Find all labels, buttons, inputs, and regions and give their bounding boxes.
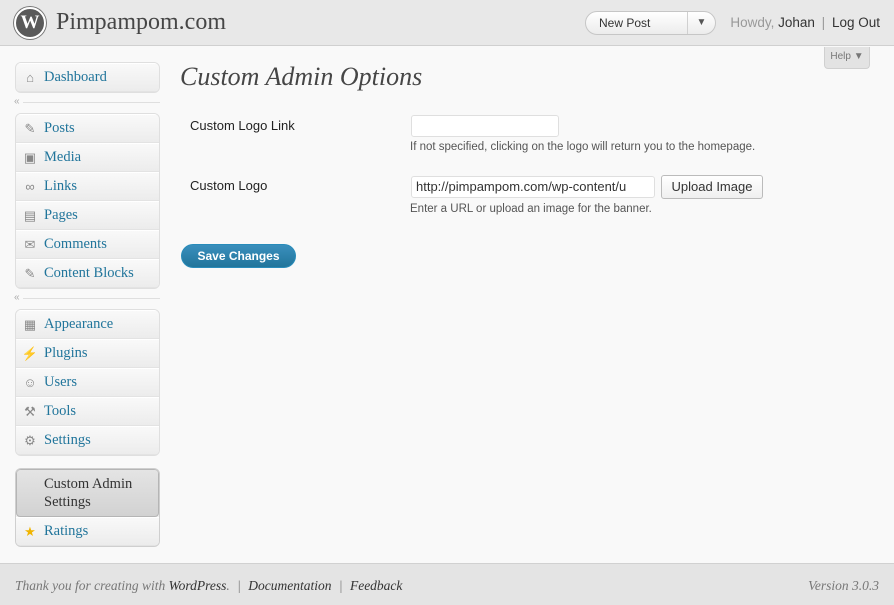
pin-icon: ✎ — [24, 120, 36, 136]
separator: | — [338, 578, 343, 593]
sidebar-item-label: Links — [44, 178, 78, 194]
sidebar-item-label: Settings — [44, 432, 91, 448]
sidebar-item-label: Plugins — [44, 345, 88, 361]
feedback-link[interactable]: Feedback — [350, 578, 402, 593]
custom-logo-label: Custom Logo — [190, 178, 268, 193]
media-icon: ▣ — [23, 149, 37, 165]
menu-group-content: ✎ Posts ▣ Media ∞ Links ▤ Pages ✉ Commen… — [15, 113, 160, 289]
sidebar-item-label: Content Blocks — [44, 265, 134, 281]
user-info: Howdy, Johan | Log Out — [730, 15, 880, 30]
separator-line — [23, 102, 160, 103]
sidebar-item-users[interactable]: ☺ Users — [16, 368, 159, 397]
sidebar-item-posts[interactable]: ✎ Posts — [16, 114, 159, 143]
sidebar-item-plugins[interactable]: ⚡ Plugins — [16, 339, 159, 368]
wordpress-logo-icon[interactable]: W — [14, 7, 46, 39]
wordpress-link[interactable]: WordPress — [169, 578, 227, 593]
pin-icon: ✎ — [24, 265, 36, 281]
custom-logo-link-input[interactable] — [411, 115, 559, 137]
sidebar-item-media[interactable]: ▣ Media — [16, 143, 159, 172]
sidebar-item-label: Custom Admin Settings — [44, 476, 133, 510]
header: W Pimpampom.com New Post ▼ Howdy, Johan … — [0, 0, 894, 46]
custom-logo-description: Enter a URL or upload an image for the b… — [410, 203, 652, 215]
user-profile-link[interactable]: Johan — [778, 15, 815, 30]
sidebar-item-ratings[interactable]: ★ Ratings — [16, 517, 159, 546]
dashboard-icon: ⌂ — [26, 70, 34, 85]
collapse-arrows-icon[interactable]: « — [14, 292, 22, 303]
sidebar-item-label: Ratings — [44, 523, 89, 539]
appearance-icon: ▦ — [23, 316, 37, 332]
custom-logo-url-input[interactable]: http://pimpampom.com/wp-content/u — [411, 176, 655, 198]
site-title[interactable]: Pimpampom.com — [56, 9, 226, 36]
sidebar-item-label: Tools — [44, 403, 77, 419]
menu-separator[interactable]: « — [14, 289, 160, 309]
version-text: Version 3.0.3 — [808, 578, 879, 593]
separator-line — [23, 298, 160, 299]
sidebar-item-appearance[interactable]: ▦ Appearance — [16, 310, 159, 339]
admin-menu: ⌂ Dashboard « ✎ Posts ▣ Media ∞ Links ▤ … — [14, 62, 160, 547]
sidebar-item-tools[interactable]: ⚒ Tools — [16, 397, 159, 426]
sidebar-item-label: Users — [44, 374, 78, 390]
star-icon: ★ — [24, 523, 36, 539]
sidebar-item-label: Pages — [44, 207, 78, 223]
howdy-text: Howdy, — [730, 15, 775, 30]
menu-group-plugins-extra: Custom Admin Settings ★ Ratings — [15, 468, 160, 547]
menu-group-dashboard: ⌂ Dashboard — [15, 62, 160, 93]
plug-icon: ⚡ — [21, 345, 39, 361]
collapse-arrows-icon[interactable]: « — [14, 96, 22, 107]
sidebar-item-label: Media — [44, 149, 82, 165]
logout-link[interactable]: Log Out — [832, 15, 880, 30]
link-icon: ∞ — [25, 179, 35, 194]
new-post-action[interactable]: New Post — [599, 16, 650, 30]
chevron-down-icon[interactable]: ▼ — [687, 12, 715, 34]
footer: Thank you for creating with WordPress. |… — [0, 563, 894, 605]
comment-icon: ✉ — [24, 236, 36, 252]
custom-logo-link-description: If not specified, clicking on the logo w… — [410, 141, 756, 153]
separator: | — [237, 578, 241, 593]
sidebar-item-label: Dashboard — [44, 69, 107, 85]
menu-group-admin: ▦ Appearance ⚡ Plugins ☺ Users ⚒ Tools ⚙… — [15, 309, 160, 456]
sidebar-item-label: Posts — [44, 120, 75, 136]
documentation-link[interactable]: Documentation — [248, 578, 331, 593]
upload-image-button[interactable]: Upload Image — [661, 175, 763, 199]
sidebar-item-dashboard[interactable]: ⌂ Dashboard — [16, 63, 159, 92]
sidebar-item-label: Comments — [44, 236, 107, 252]
page-icon: ▤ — [23, 207, 37, 223]
help-tab[interactable]: Help ▼ — [824, 47, 870, 69]
footer-thanks-text: Thank you for creating with — [15, 578, 166, 593]
page-title: Custom Admin Options — [180, 62, 423, 91]
menu-separator[interactable]: « — [14, 93, 160, 113]
users-icon: ☺ — [23, 375, 37, 390]
tools-icon: ⚒ — [24, 403, 36, 419]
favorite-actions-dropdown[interactable]: New Post ▼ — [585, 11, 716, 35]
footer-period: . — [226, 578, 230, 593]
sidebar-item-custom-admin-settings[interactable]: Custom Admin Settings — [16, 469, 159, 517]
sidebar-item-settings[interactable]: ⚙ Settings — [16, 426, 159, 455]
sidebar-item-pages[interactable]: ▤ Pages — [16, 201, 159, 230]
save-changes-button[interactable]: Save Changes — [181, 244, 296, 268]
sidebar-item-content-blocks[interactable]: ✎ Content Blocks — [16, 259, 159, 288]
settings-icon: ⚙ — [24, 432, 36, 448]
sidebar-item-label: Appearance — [44, 316, 114, 332]
sidebar-item-comments[interactable]: ✉ Comments — [16, 230, 159, 259]
separator: | — [821, 15, 826, 30]
custom-logo-link-label: Custom Logo Link — [190, 118, 295, 133]
footer-left: Thank you for creating with WordPress. |… — [15, 578, 402, 594]
sidebar-item-links[interactable]: ∞ Links — [16, 172, 159, 201]
